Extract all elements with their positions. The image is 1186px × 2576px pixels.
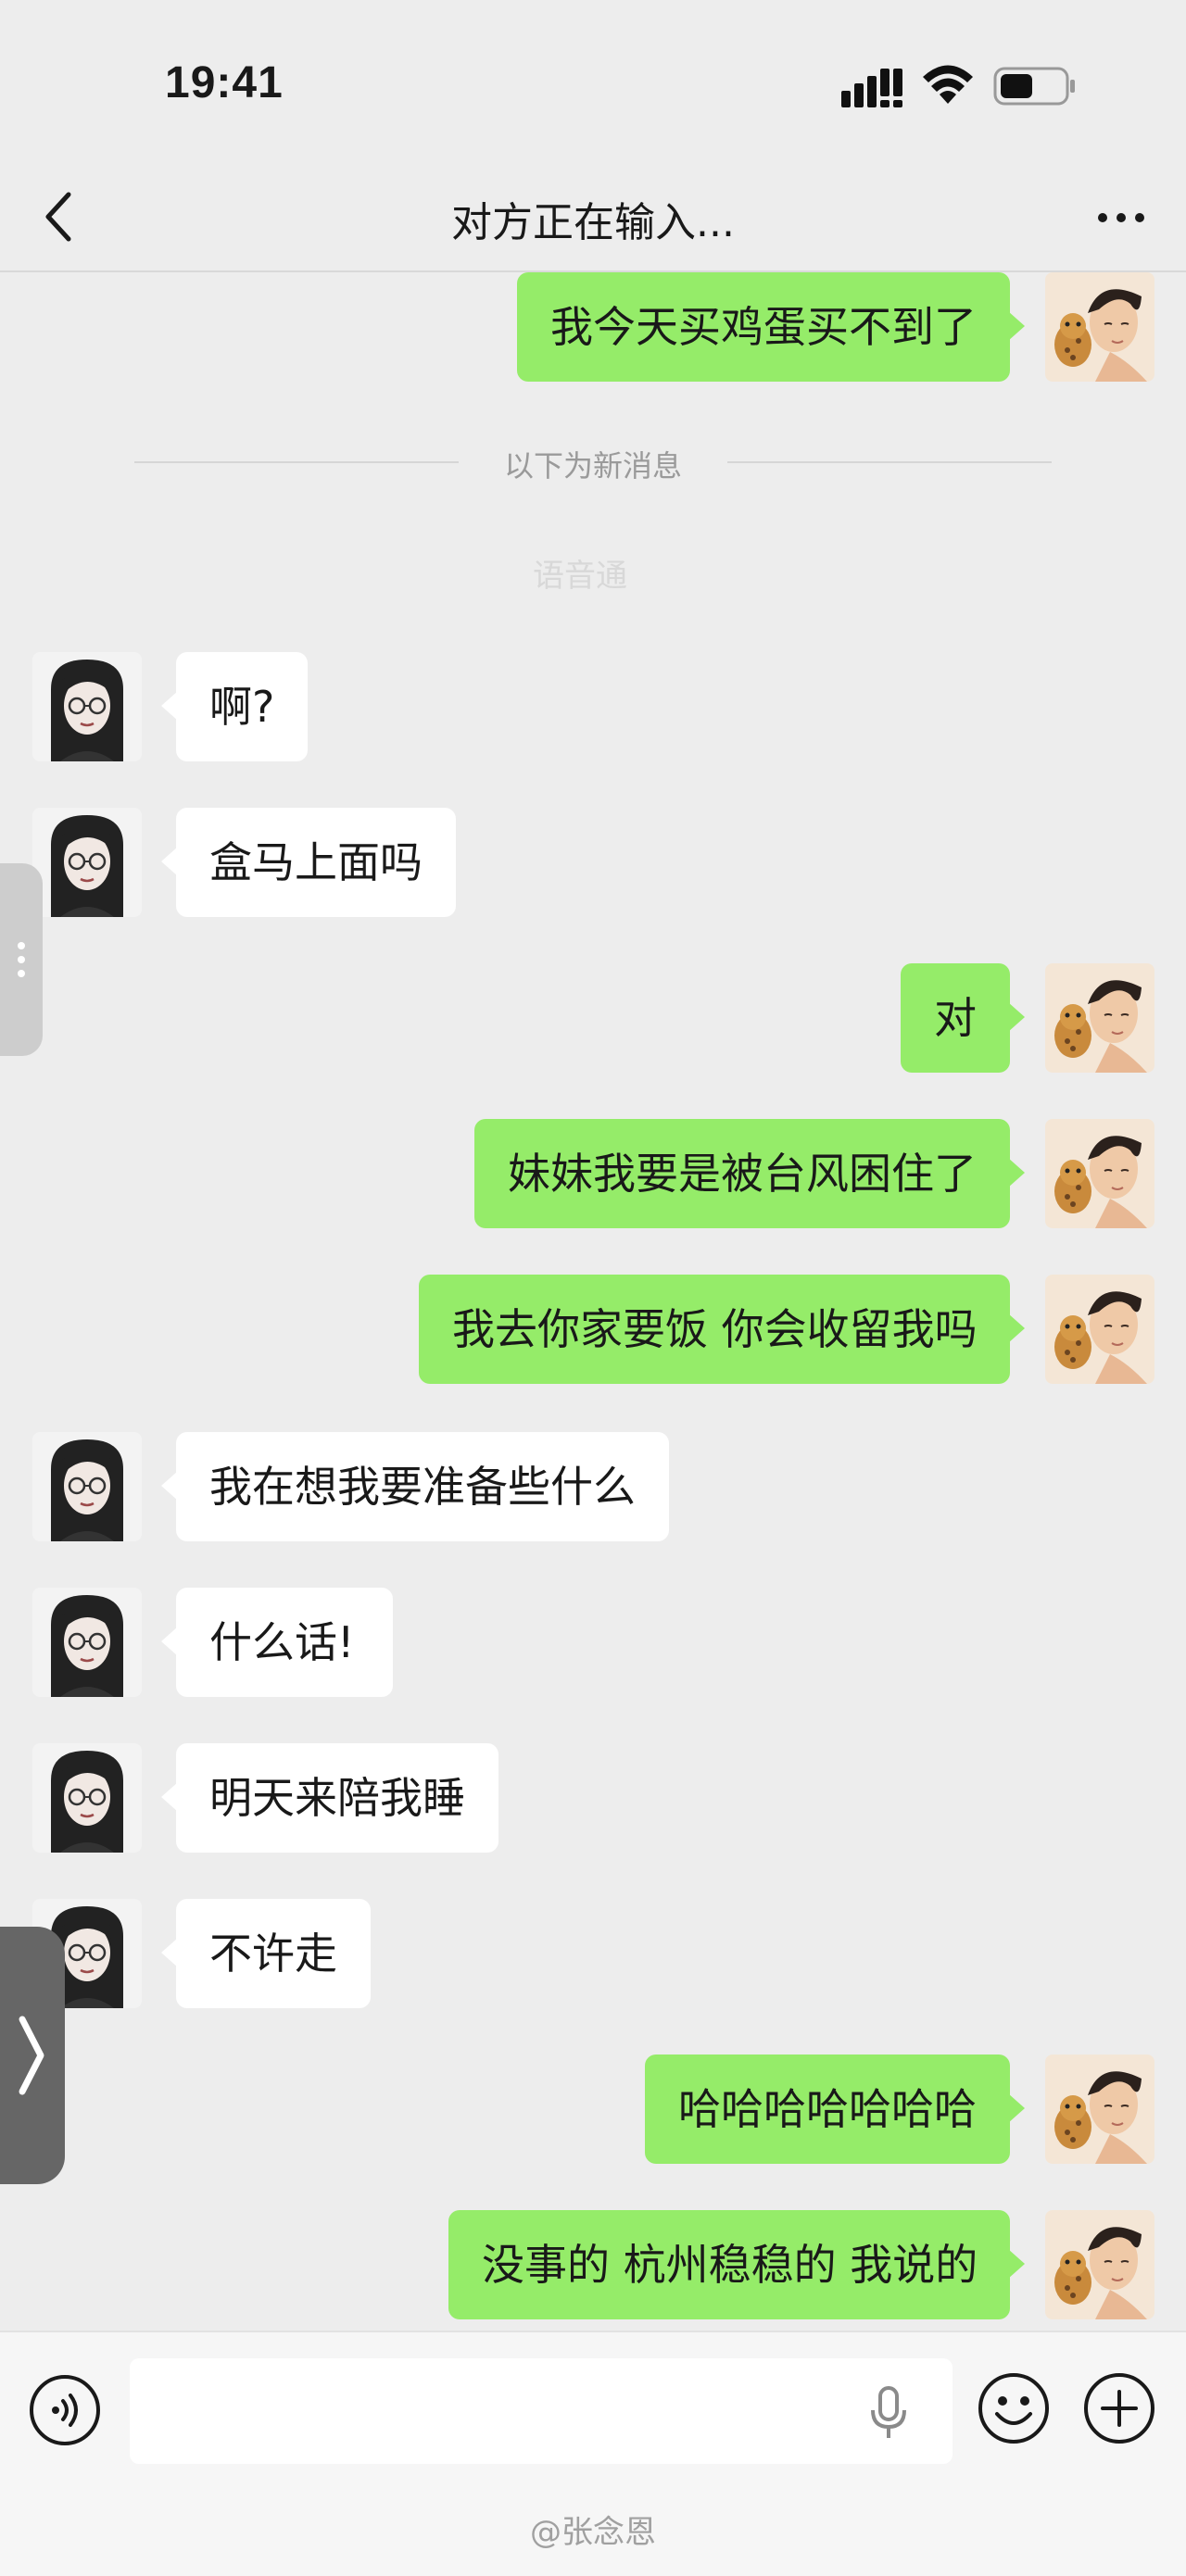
my-avatar[interactable]	[1045, 2055, 1154, 2164]
plus-icon[interactable]	[1082, 2371, 1156, 2445]
watermark-text: @张念恩	[530, 2514, 656, 2551]
wifi-icon	[923, 65, 973, 104]
incoming-message-bubble[interactable]: 明天来陪我睡	[161, 1743, 498, 1853]
voice-mode-icon[interactable]	[28, 2373, 102, 2447]
contact-avatar[interactable]	[32, 808, 142, 917]
my-avatar[interactable]	[1045, 1119, 1154, 1228]
outgoing-message-bubble[interactable]: 我今天买鸡蛋买不到了	[517, 272, 1025, 382]
battery-icon	[993, 67, 1075, 106]
incoming-message-bubble[interactable]: 不许走	[161, 1899, 371, 2008]
contact-avatar[interactable]	[32, 1432, 142, 1541]
floating-side-handle[interactable]	[0, 863, 43, 1056]
side-expand-button[interactable]	[0, 1927, 65, 2184]
outgoing-message-bubble[interactable]: 妹妹我要是被台风困住了	[474, 1119, 1025, 1228]
chat-title: 对方正在输入...	[451, 199, 735, 246]
contact-avatar[interactable]	[32, 652, 142, 761]
microphone-icon[interactable]	[867, 2386, 910, 2440]
status-bar: 19:41	[0, 0, 1186, 167]
contact-avatar[interactable]	[32, 1743, 142, 1853]
outgoing-message-bubble[interactable]: 我去你家要饭 你会收留我吗	[419, 1275, 1025, 1384]
incoming-message-bubble[interactable]: 啊?	[161, 652, 308, 761]
outgoing-message-bubble[interactable]: 对	[901, 963, 1025, 1073]
message-input-bar	[0, 2331, 1186, 2485]
vertical-dots-icon	[18, 942, 25, 977]
my-avatar[interactable]	[1045, 963, 1154, 1073]
my-avatar[interactable]	[1045, 272, 1154, 382]
more-options-icon[interactable]	[1093, 204, 1149, 232]
status-time: 19:41	[165, 58, 284, 107]
divider-label: 以下为新消息	[503, 448, 682, 484]
new-messages-divider: 以下为新消息	[134, 443, 1052, 484]
chat-header: 对方正在输入...	[0, 167, 1186, 272]
outgoing-message-bubble[interactable]: 没事的 杭州稳稳的 我说的	[448, 2210, 1025, 2319]
outgoing-message-bubble[interactable]: 哈哈哈哈哈哈哈	[645, 2055, 1025, 2164]
faded-system-text: 语音通	[533, 558, 627, 595]
my-avatar[interactable]	[1045, 2210, 1154, 2319]
my-avatar[interactable]	[1045, 1275, 1154, 1384]
incoming-message-bubble[interactable]: 盒马上面吗	[161, 808, 456, 917]
chevron-right-icon	[19, 2016, 44, 2095]
incoming-message-bubble[interactable]: 我在想我要准备些什么	[161, 1432, 669, 1541]
emoji-icon[interactable]	[977, 2371, 1051, 2445]
incoming-message-bubble[interactable]: 什么话!	[161, 1588, 393, 1697]
chat-message-list[interactable]: 以下为新消息 语音通 我今天买鸡蛋买不到了 啊? 盒马上面吗 对 妹妹我要是被台…	[0, 272, 1186, 2331]
contact-avatar[interactable]	[32, 1588, 142, 1697]
cellular-signal-icon	[841, 69, 902, 107]
message-text-input[interactable]	[130, 2358, 953, 2464]
